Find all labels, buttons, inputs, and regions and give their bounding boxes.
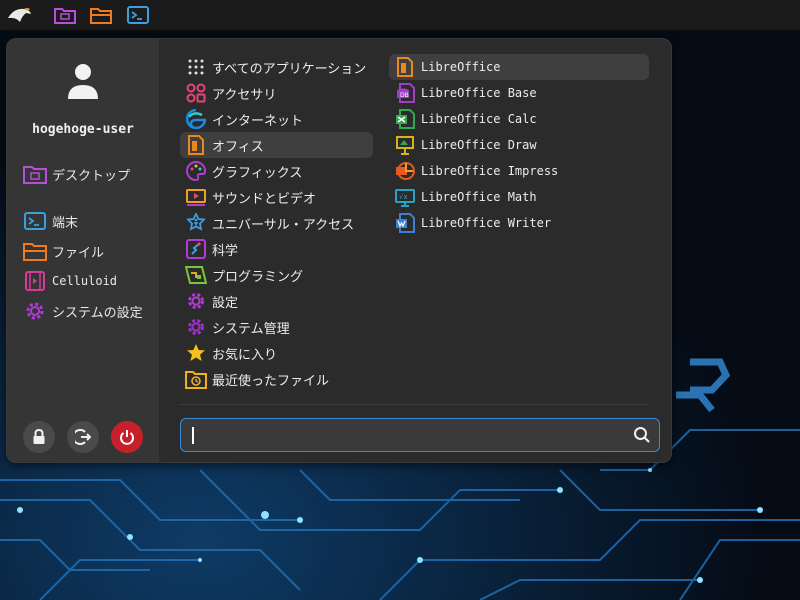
- top-panel: [0, 0, 800, 31]
- category-label: サウンドとビデオ: [212, 191, 317, 207]
- lock-button[interactable]: [23, 421, 55, 453]
- app-libreoffice-impress[interactable]: LibreOffice Impress: [389, 158, 649, 184]
- app-label: LibreOffice Base: [421, 86, 537, 100]
- app-libreoffice-writer[interactable]: LibreOffice Writer: [389, 210, 649, 236]
- app-label: LibreOffice Math: [421, 190, 537, 204]
- svg-text:√x: √x: [399, 193, 408, 201]
- terminal-icon: [23, 209, 47, 233]
- sidebar-item-label: システムの設定: [52, 305, 143, 321]
- libreoffice-icon: [394, 56, 416, 78]
- sidebar-item-terminal[interactable]: 端末: [23, 208, 78, 234]
- logout-button[interactable]: [67, 421, 99, 453]
- category-label: お気に入り: [212, 347, 278, 363]
- user-avatar-icon[interactable]: [65, 61, 101, 101]
- app-libreoffice-base[interactable]: DB LibreOffice Base: [389, 80, 649, 106]
- lock-icon: [33, 429, 45, 444]
- category-programming[interactable]: プログラミング: [180, 262, 373, 288]
- category-settings[interactable]: 設定: [180, 288, 373, 314]
- science-icon: [185, 238, 207, 260]
- category-label: 最近使ったファイル: [212, 373, 330, 389]
- power-button[interactable]: [111, 421, 143, 453]
- search-box[interactable]: [180, 418, 660, 452]
- sidebar-item-files[interactable]: ファイル: [23, 238, 104, 264]
- username-label: hogehoge-user: [32, 122, 134, 137]
- category-label: ユニバーサル・アクセス: [212, 217, 355, 233]
- libreoffice-math-icon: √x: [394, 186, 416, 208]
- folder-icon: [23, 239, 47, 263]
- desktop-folder-icon[interactable]: [52, 3, 78, 27]
- category-internet[interactable]: インターネット: [180, 106, 373, 132]
- text-caret: [192, 427, 194, 444]
- category-label: 設定: [212, 295, 239, 311]
- folder-icon[interactable]: [88, 3, 114, 27]
- category-label: すべてのアプリケーション: [212, 61, 367, 77]
- libreoffice-writer-icon: [394, 212, 416, 234]
- settings-gear-icon: [23, 299, 47, 323]
- libreoffice-impress-icon: [394, 160, 416, 182]
- system-gear-icon: [185, 316, 207, 338]
- application-menu: hogehoge-user デスクトップ 端末 ファイル Celluloid シ…: [6, 38, 672, 463]
- app-label: LibreOffice: [421, 60, 501, 74]
- sidebar-item-label: 端末: [52, 215, 79, 231]
- menu-sidebar: hogehoge-user デスクトップ 端末 ファイル Celluloid シ…: [7, 39, 159, 462]
- palette-icon: [185, 160, 207, 182]
- category-accessories[interactable]: アクセサリ: [180, 80, 373, 106]
- category-label: アクセサリ: [212, 87, 277, 103]
- category-science[interactable]: 科学: [180, 236, 373, 262]
- category-all-applications[interactable]: すべてのアプリケーション: [180, 54, 373, 80]
- libreoffice-calc-icon: [394, 108, 416, 130]
- sidebar-item-label: ファイル: [52, 245, 105, 261]
- app-libreoffice[interactable]: LibreOffice: [389, 54, 649, 80]
- star-icon: [185, 342, 207, 364]
- libreoffice-base-icon: DB: [394, 82, 416, 104]
- category-recent-files[interactable]: 最近使ったファイル: [180, 366, 373, 392]
- office-icon: [185, 134, 207, 156]
- category-sound-and-video[interactable]: サウンドとビデオ: [180, 184, 373, 210]
- sidebar-item-celluloid[interactable]: Celluloid: [23, 268, 117, 294]
- app-label: LibreOffice Writer: [421, 216, 552, 230]
- multimedia-icon: [185, 186, 207, 208]
- category-favorites[interactable]: お気に入り: [180, 340, 373, 366]
- category-label: オフィス: [212, 139, 264, 155]
- accessibility-icon: [185, 212, 207, 234]
- category-office[interactable]: オフィス: [180, 132, 373, 158]
- category-graphics[interactable]: グラフィックス: [180, 158, 373, 184]
- app-label: LibreOffice Impress: [421, 164, 559, 178]
- category-label: グラフィックス: [212, 165, 303, 181]
- app-label: LibreOffice Calc: [421, 112, 537, 126]
- app-libreoffice-math[interactable]: √x LibreOffice Math: [389, 184, 649, 210]
- internet-icon: [185, 108, 207, 130]
- divider: [180, 404, 648, 405]
- accessories-icon: [185, 82, 207, 104]
- category-label: インターネット: [212, 113, 304, 129]
- libreoffice-draw-icon: [394, 134, 416, 156]
- category-universal-access[interactable]: ユニバーサル・アクセス: [180, 210, 373, 236]
- app-label: LibreOffice Draw: [421, 138, 537, 152]
- category-label: 科学: [212, 243, 239, 259]
- search-icon[interactable]: [633, 426, 651, 444]
- category-label: プログラミング: [212, 269, 304, 285]
- app-libreoffice-calc[interactable]: LibreOffice Calc: [389, 106, 649, 132]
- power-icon: [120, 430, 134, 445]
- sidebar-item-label: デスクトップ: [52, 168, 131, 184]
- recent-folder-icon: [185, 368, 207, 390]
- programming-icon: [185, 264, 207, 286]
- svg-text:DB: DB: [400, 92, 409, 99]
- category-system-administration[interactable]: システム管理: [180, 314, 373, 340]
- category-label: システム管理: [212, 321, 290, 337]
- eagle-logo-icon[interactable]: [6, 3, 32, 27]
- video-player-icon: [23, 269, 47, 293]
- sidebar-item-label: Celluloid: [52, 274, 118, 288]
- grid-icon: [185, 56, 207, 78]
- sidebar-item-desktop[interactable]: デスクトップ: [23, 161, 130, 187]
- app-libreoffice-draw[interactable]: LibreOffice Draw: [389, 132, 649, 158]
- logout-icon: [75, 429, 91, 445]
- desktop-folder-icon: [23, 162, 47, 186]
- search-input[interactable]: [189, 425, 623, 447]
- sidebar-item-system-settings[interactable]: システムの設定: [23, 298, 143, 324]
- settings-gear-icon: [185, 290, 207, 312]
- terminal-icon[interactable]: [125, 3, 151, 27]
